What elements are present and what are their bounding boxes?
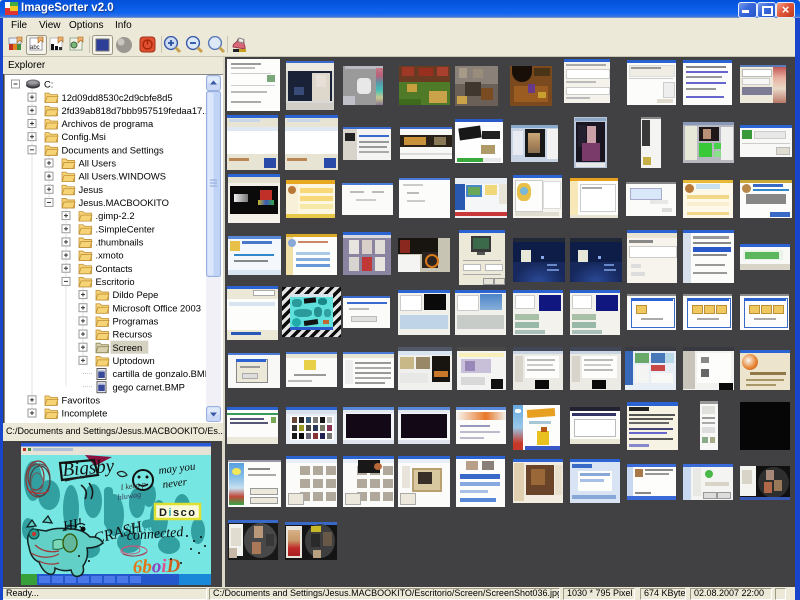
svg-text:gego carnet.BMP: gego carnet.BMP [113,381,185,392]
svg-text:All Users: All Users [79,158,117,169]
svg-text:Contacts: Contacts [96,263,133,274]
svg-text:Uptodown: Uptodown [113,355,155,366]
svg-text:.SimpleCenter: .SimpleCenter [96,223,155,234]
svg-text:.thumbnails: .thumbnails [96,237,144,248]
svg-text:Dildo Pepe: Dildo Pepe [113,289,159,300]
svg-text:2fd39ab818d7bbb957519fedaa17..: 2fd39ab818d7bbb957519fedaa17... [62,105,207,116]
svg-text:12d09dd8530c2d9cbfe8d5: 12d09dd8530c2d9cbfe8d5 [62,92,173,103]
svg-text:Favoritos: Favoritos [62,394,101,405]
svg-text:Programas: Programas [113,315,159,326]
svg-text:Jesus.MACBOOKITO: Jesus.MACBOOKITO [79,197,169,208]
svg-text:abc: abc [30,45,40,51]
svg-text:Disco: Disco [159,507,196,519]
svg-text:6boiD: 6boiD [132,555,180,578]
svg-text:.xmoto: .xmoto [96,250,124,261]
svg-text:Archivos de programa: Archivos de programa [62,118,154,129]
svg-text:Config.Msi: Config.Msi [62,131,106,142]
svg-text:cartilla de gonzalo.BMP: cartilla de gonzalo.BMP [113,368,207,379]
svg-text:C:: C: [44,79,53,90]
svg-text:All Users.WINDOWS: All Users.WINDOWS [79,171,167,182]
svg-text:Escritorio: Escritorio [96,276,135,287]
svg-text:Documents and Settings: Documents and Settings [62,144,164,155]
svg-text:Microsoft Office 2003: Microsoft Office 2003 [113,302,201,313]
svg-text:Screen: Screen [113,342,143,353]
svg-text:.gimp-2.2: .gimp-2.2 [96,210,135,221]
svg-text:Jesus: Jesus [79,184,104,195]
svg-text:Recursos: Recursos [113,329,153,340]
svg-text:Incomplete: Incomplete [62,408,108,419]
